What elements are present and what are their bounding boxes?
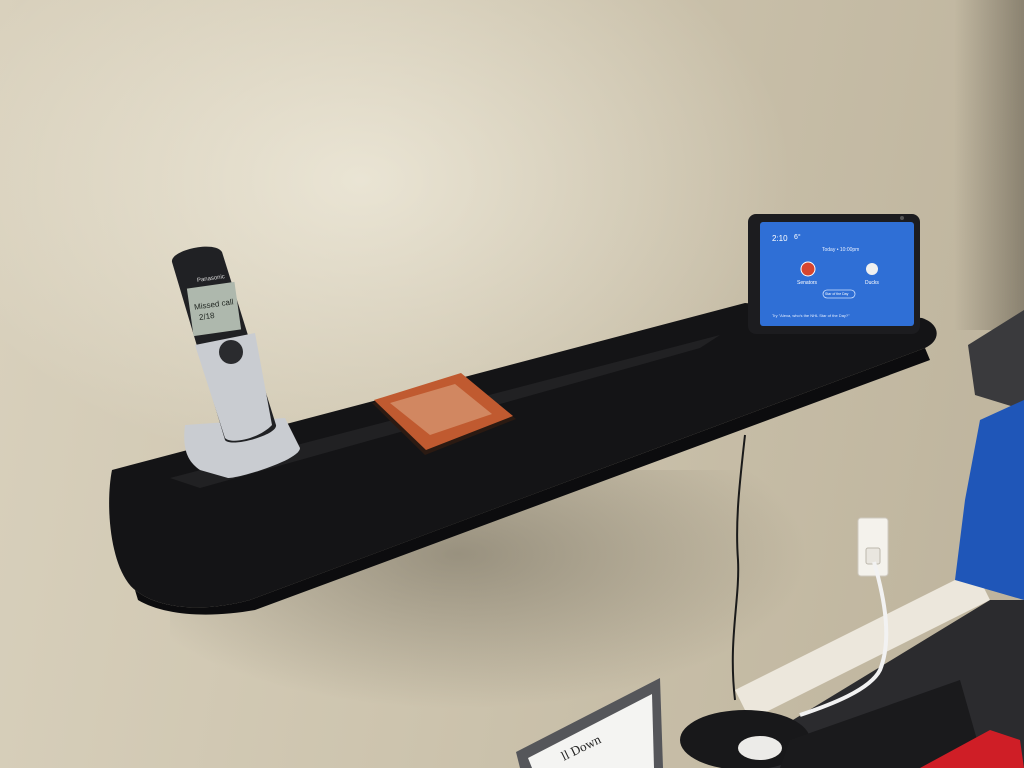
- team-logo-left-icon: [800, 261, 816, 277]
- display-prompt: Try "Alexa, who's the NHL Star of the Da…: [772, 313, 850, 318]
- display-cable: [731, 434, 746, 701]
- outlet-plug: [865, 547, 881, 565]
- display-headline: Today • 10:00pm: [822, 247, 860, 253]
- camera-icon: [900, 216, 904, 220]
- display-weather: 6°: [794, 234, 801, 241]
- display-time: 2:10: [772, 234, 788, 243]
- display-team-right: Ducks: [865, 280, 879, 286]
- team-logo-right-icon: [866, 263, 878, 275]
- display-team-left: Senators: [797, 280, 818, 286]
- cordless-phone: [171, 246, 300, 478]
- display-pill-label: Star of the Day: [825, 292, 849, 296]
- power-outlet: [857, 517, 889, 577]
- tissue: [738, 736, 782, 760]
- phone-nav-button: [219, 340, 243, 364]
- photo-scene: Panasonic Missed call 2/18 2:10 6° Today…: [0, 0, 1024, 768]
- scene-objects: [109, 214, 1024, 768]
- exercise-machine-frame: [968, 310, 1024, 410]
- picture-frame-paper: [528, 694, 654, 768]
- blue-shirt: [955, 400, 1024, 600]
